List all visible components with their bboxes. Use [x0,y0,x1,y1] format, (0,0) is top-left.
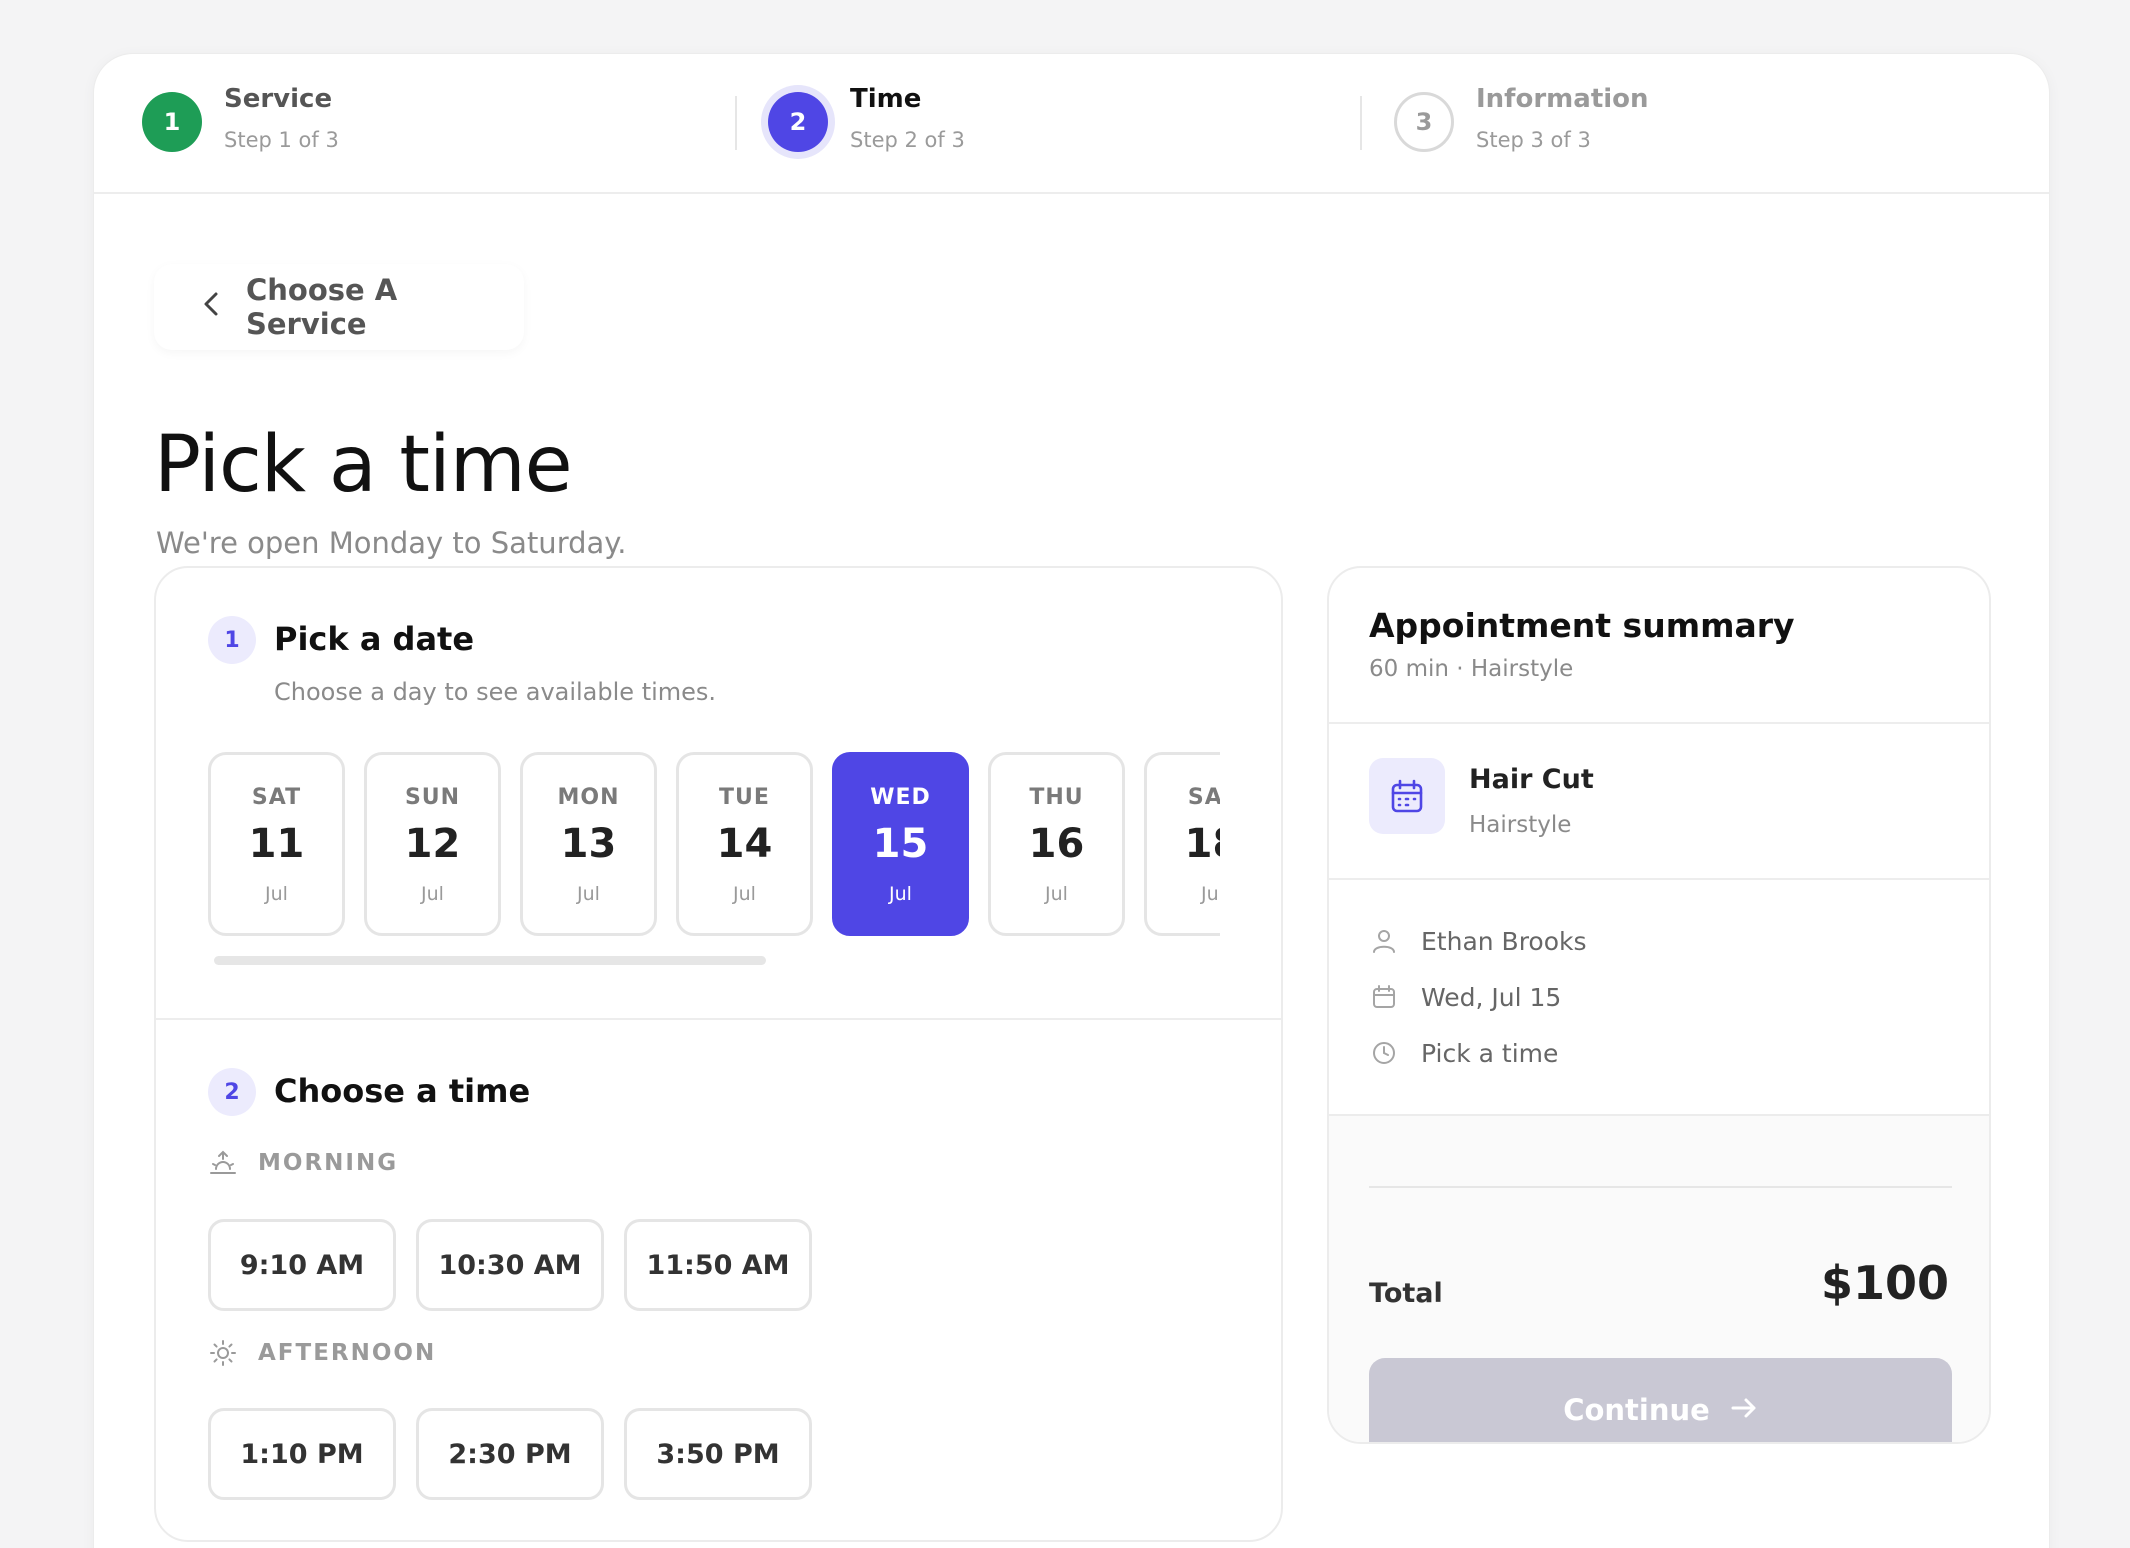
section-divider [156,1018,1281,1020]
chevron-left-icon [202,291,220,323]
date-month: Jul [1045,883,1068,905]
date-day: 18 [1184,821,1220,867]
time-slot[interactable]: 9:10 AM [208,1219,396,1311]
back-to-service-button[interactable]: Choose A Service [154,264,524,350]
date-tile[interactable]: SAT 18 Jul [1144,752,1220,936]
total-price: $100 [1820,1256,1949,1310]
date-day: 15 [872,821,929,867]
date-month: Jul [733,883,756,905]
step-divider [735,96,737,150]
date-day: 14 [716,821,773,867]
booking-card: 1 Service Step 1 of 3 2 Time Step 2 of 3… [93,53,2050,1548]
summary-time: Pick a time [1369,1038,1558,1068]
sun-icon [208,1338,238,1368]
date-weekday: MON [557,785,620,810]
time-slot[interactable]: 11:50 AM [624,1219,812,1311]
page-subtitle: We're open Monday to Saturday. [156,526,627,560]
continue-button[interactable]: Continue [1369,1358,1952,1442]
section-number: 1 [208,616,256,664]
summary-staff: Ethan Brooks [1369,926,1587,956]
calendar-icon [1369,982,1399,1012]
morning-label: MORNING [208,1148,398,1178]
date-day: 16 [1028,821,1085,867]
date-tile[interactable]: SUN 12 Jul [364,752,501,936]
morning-label-text: MORNING [258,1150,399,1176]
date-day: 12 [404,821,461,867]
date-month: Jul [889,883,912,905]
date-section-subtitle: Choose a day to see available times. [274,678,717,706]
date-weekday: TUE [719,785,770,810]
step-title: Time [850,84,922,114]
date-weekday: WED [870,785,931,810]
section-number: 2 [208,1068,256,1116]
date-month: Jul [577,883,600,905]
date-weekday: SAT [1187,785,1220,810]
time-slot[interactable]: 10:30 AM [416,1219,604,1311]
summary-date: Wed, Jul 15 [1369,982,1561,1012]
date-weekday: SUN [404,785,461,810]
staff-name: Ethan Brooks [1421,926,1587,956]
date-day: 11 [248,821,305,867]
date-day: 13 [560,821,617,867]
step-number: 1 [142,92,202,152]
selected-date: Wed, Jul 15 [1421,982,1562,1012]
back-button-label: Choose A Service [246,273,398,341]
date-month: Jul [265,883,288,905]
date-month: Jul [421,883,444,905]
user-icon [1369,926,1399,956]
booking-form-panel: 1 Pick a date Choose a day to see availa… [154,566,1283,1542]
step-subtitle: Step 1 of 3 [224,128,339,152]
afternoon-label: AFTERNOON [208,1338,436,1368]
selected-time: Pick a time [1421,1038,1559,1068]
date-picker-strip[interactable]: SAT 11 Jul SUN 12 Jul MON 13 Jul TUE 14 … [208,752,1220,938]
date-tile[interactable]: SAT 11 Jul [208,752,345,936]
summary-divider [1329,878,1989,880]
date-tile-selected[interactable]: WED 15 Jul [832,752,969,936]
date-tile[interactable]: THU 16 Jul [988,752,1125,936]
time-slot[interactable]: 2:30 PM [416,1408,604,1500]
step-divider [1360,96,1362,150]
step-title: Service [224,84,333,114]
arrow-right-icon [1730,1393,1758,1427]
appointment-summary-panel: Appointment summary 60 min · Hairstyle H… [1327,566,1991,1444]
step-number: 2 [768,92,828,152]
date-strip-scrollbar[interactable] [214,956,766,965]
date-tile[interactable]: TUE 14 Jul [676,752,813,936]
calendar-icon [1369,758,1445,834]
continue-button-label: Continue [1563,1393,1710,1427]
step-number: 3 [1394,92,1454,152]
date-weekday: SAT [251,785,302,810]
step-subtitle: Step 2 of 3 [850,128,965,152]
time-slot[interactable]: 1:10 PM [208,1408,396,1500]
total-label: Total [1369,1278,1443,1309]
time-section-title: Choose a time [274,1072,531,1110]
afternoon-label-text: AFTERNOON [258,1340,437,1366]
stepper: 1 Service Step 1 of 3 2 Time Step 2 of 3… [94,54,2049,194]
date-month: Jul [1201,883,1220,905]
date-tile[interactable]: MON 13 Jul [520,752,657,936]
step-title: Information [1476,84,1649,114]
page-title: Pick a time [154,420,573,510]
date-weekday: THU [1029,785,1084,810]
service-name: Hair Cut [1469,764,1594,795]
time-slot[interactable]: 3:50 PM [624,1408,812,1500]
sunrise-icon [208,1148,238,1178]
clock-icon [1369,1038,1399,1068]
step-subtitle: Step 3 of 3 [1476,128,1591,152]
summary-divider [1369,1186,1952,1188]
summary-subtitle: 60 min · Hairstyle [1369,656,1574,682]
summary-divider [1329,722,1989,724]
service-category: Hairstyle [1469,812,1572,838]
summary-title: Appointment summary [1369,606,1795,645]
date-section-title: Pick a date [274,620,475,658]
